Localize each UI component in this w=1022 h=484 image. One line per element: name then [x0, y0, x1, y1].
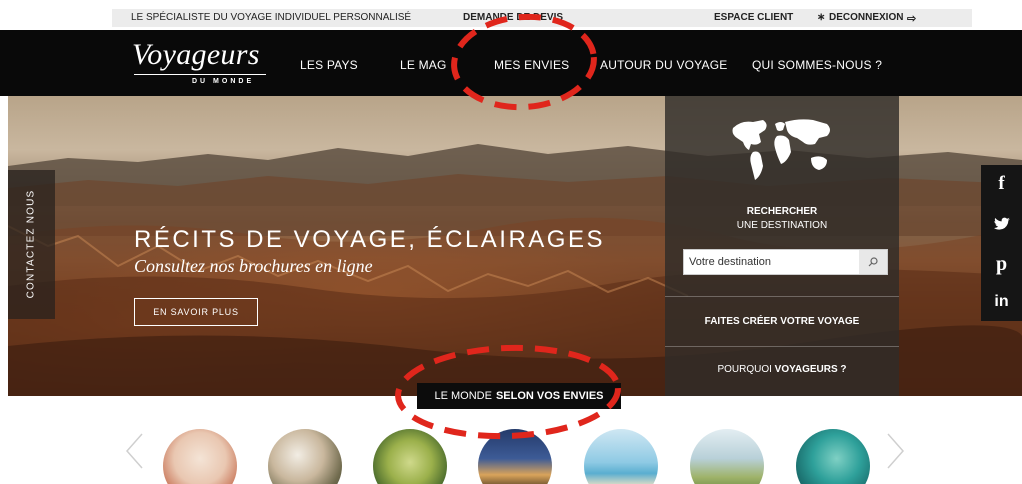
world-by-wishes-label: LE MONDE SELON VOS ENVIES [417, 383, 621, 409]
logo-rule [134, 74, 266, 75]
hero-title: RÉCITS DE VOYAGE, ÉCLAIRAGES [134, 226, 605, 253]
why-prefix: POURQUOI [717, 364, 772, 375]
panel-divider [665, 296, 899, 297]
search-title: RECHERCHER [746, 206, 818, 217]
hero-subtitle: Consultez nos brochures en ligne [134, 256, 373, 276]
panel-divider [665, 346, 899, 347]
search-icon [868, 257, 878, 267]
logo-sub: DU MONDE [192, 78, 255, 85]
why-bold: VOYAGEURS ? [774, 364, 847, 375]
destination-input[interactable] [684, 250, 860, 274]
carousel-item[interactable] [373, 429, 447, 484]
learn-more-button[interactable]: EN SAVOIR PLUS [134, 298, 258, 326]
carousel-item[interactable] [478, 429, 552, 484]
carousel-item[interactable] [796, 429, 870, 484]
wishes-carousel [0, 420, 1022, 484]
create-trip-link[interactable]: FAITES CRÉER VOTRE VOYAGE [665, 316, 899, 327]
main-navigation: Voyageurs DU MONDE LES PAYS LE MAG MES E… [0, 30, 1022, 96]
destination-field [683, 249, 888, 275]
nav-item-envies[interactable]: MES ENVIES [494, 58, 569, 72]
facebook-icon[interactable]: f [981, 173, 1022, 195]
quote-request-link[interactable]: DEMANDE DE DEVIS [463, 12, 563, 23]
chevron-left-icon[interactable] [124, 432, 144, 470]
logout-icon[interactable]: ⇨ [907, 12, 916, 25]
top-utility-bar: LE SPÉCIALISTE DU VOYAGE INDIVIDUEL PERS… [0, 0, 1022, 30]
nav-item-autour[interactable]: AUTOUR DU VOYAGE [600, 58, 727, 72]
twitter-icon[interactable] [994, 217, 1010, 231]
chevron-right-icon[interactable] [886, 432, 906, 470]
pinterest-icon[interactable]: p [981, 253, 1022, 276]
carousel-item[interactable] [584, 429, 658, 484]
envies-prefix: LE MONDE [434, 390, 492, 402]
topbar-separator: ∗ [817, 12, 826, 23]
world-map-icon [732, 119, 830, 180]
tagline: LE SPÉCIALISTE DU VOYAGE INDIVIDUEL PERS… [131, 12, 412, 23]
client-area-link[interactable]: ESPACE CLIENT [714, 12, 793, 23]
search-panel: RECHERCHER UNE DESTINATION FAITES CRÉER … [665, 96, 899, 396]
why-voyageurs-link[interactable]: POURQUOI VOYAGEURS ? [665, 364, 899, 375]
contact-tab-label: CONTACTEZ NOUS [25, 189, 37, 299]
contact-tab[interactable]: CONTACTEZ NOUS [8, 170, 55, 319]
carousel-item[interactable] [163, 429, 237, 484]
search-subtitle: UNE DESTINATION [736, 220, 828, 231]
carousel-item[interactable] [690, 429, 764, 484]
carousel-item[interactable] [268, 429, 342, 484]
social-bar: f p in [981, 165, 1022, 321]
linkedin-icon[interactable]: in [981, 293, 1022, 311]
logo-brand: Voyageurs [132, 38, 260, 71]
nav-item-pays[interactable]: LES PAYS [300, 58, 358, 72]
nav-item-qui[interactable]: QUI SOMMES-NOUS ? [752, 58, 882, 72]
logout-link[interactable]: DECONNEXION [829, 12, 903, 23]
logo[interactable]: Voyageurs DU MONDE [132, 38, 272, 90]
search-button[interactable] [859, 250, 887, 274]
nav-item-mag[interactable]: LE MAG [400, 58, 447, 72]
envies-bold: SELON VOS ENVIES [495, 390, 604, 402]
